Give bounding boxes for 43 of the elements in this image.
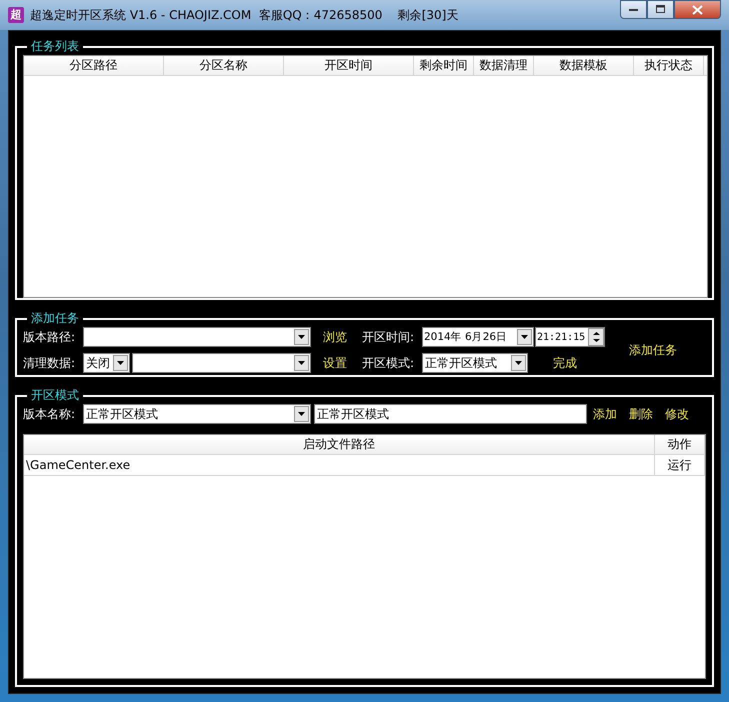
- field-label: 版本名称:: [23, 406, 76, 422]
- table-cell: \GameCenter.exe: [24, 455, 655, 475]
- done-link[interactable]: 完成: [553, 354, 580, 372]
- template-dropdown[interactable]: [132, 353, 311, 373]
- field-label: 开区时间:: [362, 328, 416, 346]
- window-title: 超逸定时开区系统 V1.6 - CHAOJIZ.COM 客服QQ：472658500 剩余[30]天: [30, 6, 460, 24]
- date-picker[interactable]: 2014年 6月26日: [422, 327, 534, 347]
- field-label: 版本路径:: [23, 328, 76, 346]
- time-spinner[interactable]: 21:21:15: [535, 327, 605, 347]
- action-link[interactable]: 添加: [593, 406, 623, 422]
- group-title: 添加任务: [30, 310, 80, 327]
- group-title: 任务列表: [30, 38, 80, 55]
- close-button[interactable]: [674, 0, 721, 19]
- column-header[interactable]: 分区名称: [164, 56, 284, 75]
- column-header[interactable]: 动作: [655, 435, 705, 454]
- close-icon: [692, 4, 703, 14]
- column-header[interactable]: 分区路径: [24, 56, 164, 75]
- maximize-button[interactable]: [647, 0, 674, 19]
- browse-link[interactable]: 浏览: [323, 328, 350, 346]
- settings-link[interactable]: 设置: [323, 354, 350, 372]
- add-task-link[interactable]: 添加任务: [629, 342, 677, 358]
- maximize-icon: [656, 5, 666, 14]
- mode-name-field[interactable]: 正常开区模式: [314, 404, 587, 424]
- open-mode-dropdown[interactable]: 正常开区模式: [422, 353, 528, 373]
- group-title: 开区模式: [30, 387, 80, 404]
- minimize-button[interactable]: [620, 0, 647, 19]
- minimize-icon: [628, 8, 638, 12]
- table-cell: 运行: [655, 455, 705, 475]
- action-link[interactable]: 修改: [665, 406, 695, 422]
- field-label: 清理数据:: [23, 354, 76, 372]
- action-link[interactable]: 删除: [629, 406, 659, 422]
- column-header[interactable]: 数据模板: [534, 56, 634, 75]
- version-name-dropdown[interactable]: 正常开区模式: [83, 404, 311, 424]
- column-header[interactable]: 执行状态: [634, 56, 704, 75]
- column-header[interactable]: 开区时间: [284, 56, 414, 75]
- spinner-arrows-icon: [588, 328, 604, 346]
- field-label: 开区模式:: [362, 354, 416, 372]
- app-logo-icon: 超: [8, 7, 24, 23]
- column-header[interactable]: 数据清理: [474, 56, 534, 75]
- version-path-dropdown[interactable]: [83, 327, 311, 347]
- clear-data-dropdown[interactable]: 关闭: [83, 353, 130, 373]
- column-header[interactable]: 剩余时间: [414, 56, 474, 75]
- column-header[interactable]: 启动文件路径: [24, 435, 655, 454]
